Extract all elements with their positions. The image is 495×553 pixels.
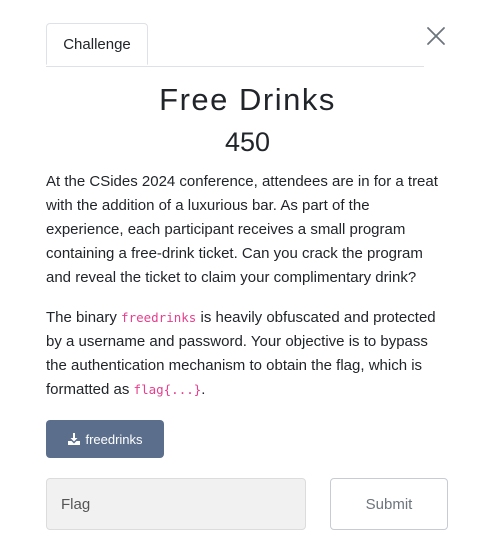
- download-icon: [68, 433, 81, 445]
- tab-challenge-label: Challenge: [63, 35, 131, 53]
- flag-format-code: flag{...}: [133, 382, 202, 397]
- description-text: .: [201, 381, 206, 398]
- tab-challenge[interactable]: Challenge: [46, 23, 148, 65]
- close-button[interactable]: [424, 24, 448, 48]
- description-paragraph-2: The binary freedrinks is heavily obfusca…: [46, 306, 451, 402]
- challenge-points: 450: [224, 127, 271, 157]
- download-file-button[interactable]: freedrinks: [46, 420, 164, 458]
- challenge-modal: Challenge Free Drinks 450 At the CSides …: [0, 0, 495, 553]
- description-text: The binary: [46, 309, 122, 326]
- description-paragraph-1: At the CSides 2024 conference, attendees…: [46, 173, 438, 286]
- challenge-description: At the CSides 2024 conference, attendees…: [46, 170, 451, 418]
- close-icon: [427, 27, 445, 45]
- submit-button[interactable]: Submit: [330, 478, 448, 530]
- challenge-title: Free Drinks: [159, 82, 336, 117]
- flag-input[interactable]: [46, 478, 306, 530]
- tab-bar: Challenge: [46, 23, 424, 67]
- download-file-label: freedrinks: [85, 431, 143, 447]
- binary-name-code: freedrinks: [121, 310, 197, 325]
